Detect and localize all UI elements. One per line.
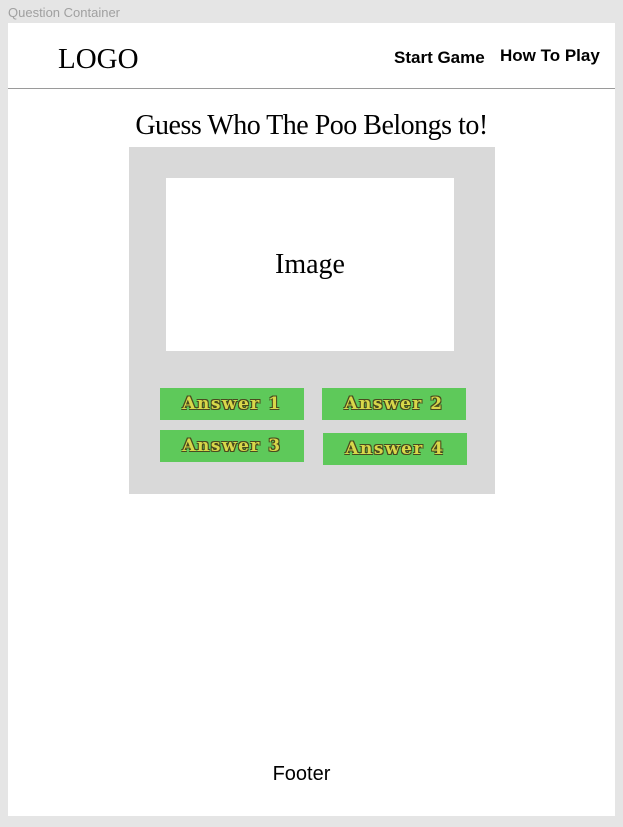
answer-4-button[interactable]: Answer 4 — [323, 433, 467, 465]
nav-start-game-link[interactable]: Start Game — [394, 47, 485, 69]
frame-label: Question Container — [8, 5, 121, 20]
question-card: Image Answer 1 Answer 2 Answer 3 Answer … — [129, 147, 495, 494]
footer: Footer — [272, 763, 331, 785]
logo[interactable]: LOGO — [58, 41, 139, 77]
image-placeholder-label: Image — [275, 248, 345, 280]
question-image-placeholder: Image — [166, 178, 454, 351]
question-container: LOGO Start Game How To Play Guess Who Th… — [8, 23, 615, 816]
header-divider — [8, 88, 615, 89]
nav-how-to-play-link[interactable]: How To Play — [500, 45, 600, 67]
answer-1-button[interactable]: Answer 1 — [160, 388, 304, 420]
answer-2-button[interactable]: Answer 2 — [322, 388, 466, 420]
answer-3-button[interactable]: Answer 3 — [160, 430, 304, 462]
question-title: Guess Who The Poo Belongs to! — [135, 110, 488, 141]
